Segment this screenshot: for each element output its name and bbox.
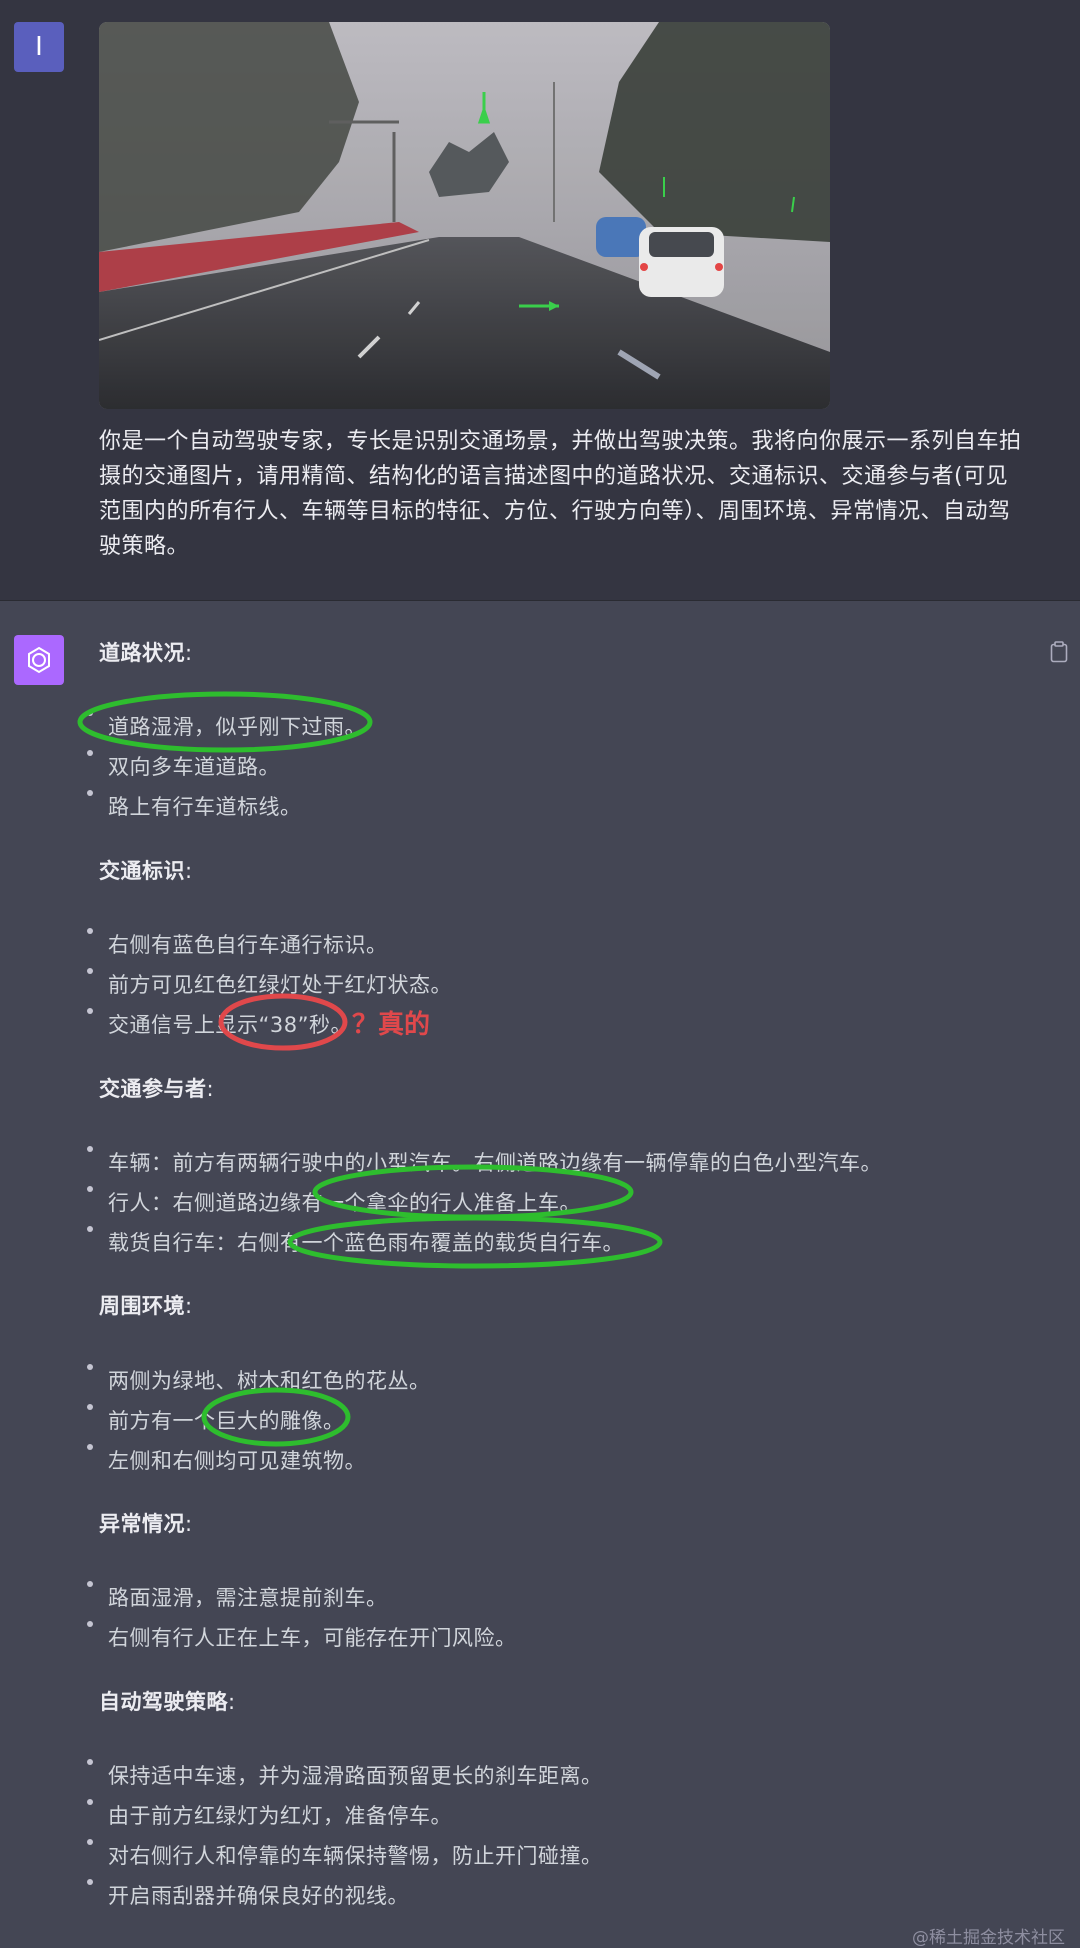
assistant-avatar [14, 635, 64, 685]
list-item: 右侧有行人正在上车，可能存在开门风险。 [87, 1621, 517, 1652]
section-heading: 道路状况: [99, 641, 193, 665]
section-heading: 周围环境: [99, 1294, 193, 1318]
list-item: 道路湿滑，似乎刚下过雨。 [87, 710, 366, 741]
openai-logo-icon [28, 646, 50, 674]
list-item: 路面湿滑，需注意提前刹车。 [87, 1581, 388, 1612]
list-item: 左侧和右侧均可见建筑物。 [87, 1444, 366, 1475]
list-item: 由于前方红绿灯为红灯，准备停车。 [87, 1799, 452, 1830]
list-item: 车辆：前方有两辆行驶中的小型汽车。右侧道路边缘有一辆停靠的白色小型汽车。 [87, 1146, 882, 1177]
assistant-message: 道路状况: 道路湿滑，似乎刚下过雨。 双向多车道道路。 路上有行车道标线。 交通… [0, 601, 1080, 1948]
list-item: 保持适中车速，并为湿滑路面预留更长的刹车距离。 [87, 1759, 603, 1790]
list-item: 载货自行车：右侧有一个蓝色雨布覆盖的载货自行车。 [87, 1226, 624, 1257]
watermark: @稀土掘金技术社区 [912, 1928, 1065, 1948]
list-item: 两侧为绿地、树木和红色的花丛。 [87, 1364, 431, 1395]
list-item: 行人：右侧道路边缘有一个拿伞的行人准备上车。 [87, 1186, 581, 1217]
list-item: 双向多车道道路。 [87, 750, 280, 781]
section-heading: 交通标识: [99, 859, 193, 883]
list-item: 前方可见红色红绿灯处于红灯状态。 [87, 968, 452, 999]
annotation-note: ？真的 [352, 1010, 431, 1040]
list-item: 前方有一个巨大的雕像。 [87, 1404, 345, 1435]
section-heading: 交通参与者: [99, 1077, 215, 1101]
list-item: 对右侧行人和停靠的车辆保持警惕，防止开门碰撞。 [87, 1839, 603, 1870]
list-item: 路上有行车道标线。 [87, 790, 302, 821]
user-avatar: I [14, 22, 64, 72]
clipboard-icon[interactable] [1050, 641, 1068, 663]
list-item: 右侧有蓝色自行车通行标识。 [87, 928, 388, 959]
user-message: I 你是一个自动驾驶专家，专长是识别交通场景，并做出驾驶决策。我将向你展示一系列… [0, 0, 1080, 601]
list-item: 开启雨刮器并确保良好的视线。 [87, 1879, 409, 1910]
user-prompt-text: 你是一个自动驾驶专家，专长是识别交通场景，并做出驾驶决策。我将向你展示一系列自车… [99, 429, 1022, 559]
list-item: 交通信号上显示“38”秒。 [87, 1008, 352, 1039]
section-heading: 异常情况: [99, 1512, 193, 1536]
section-heading: 自动驾驶策略: [99, 1690, 236, 1714]
user-avatar-letter: I [35, 32, 43, 62]
uploaded-traffic-photo [99, 22, 830, 409]
traffic-photo-illustration [99, 22, 830, 409]
